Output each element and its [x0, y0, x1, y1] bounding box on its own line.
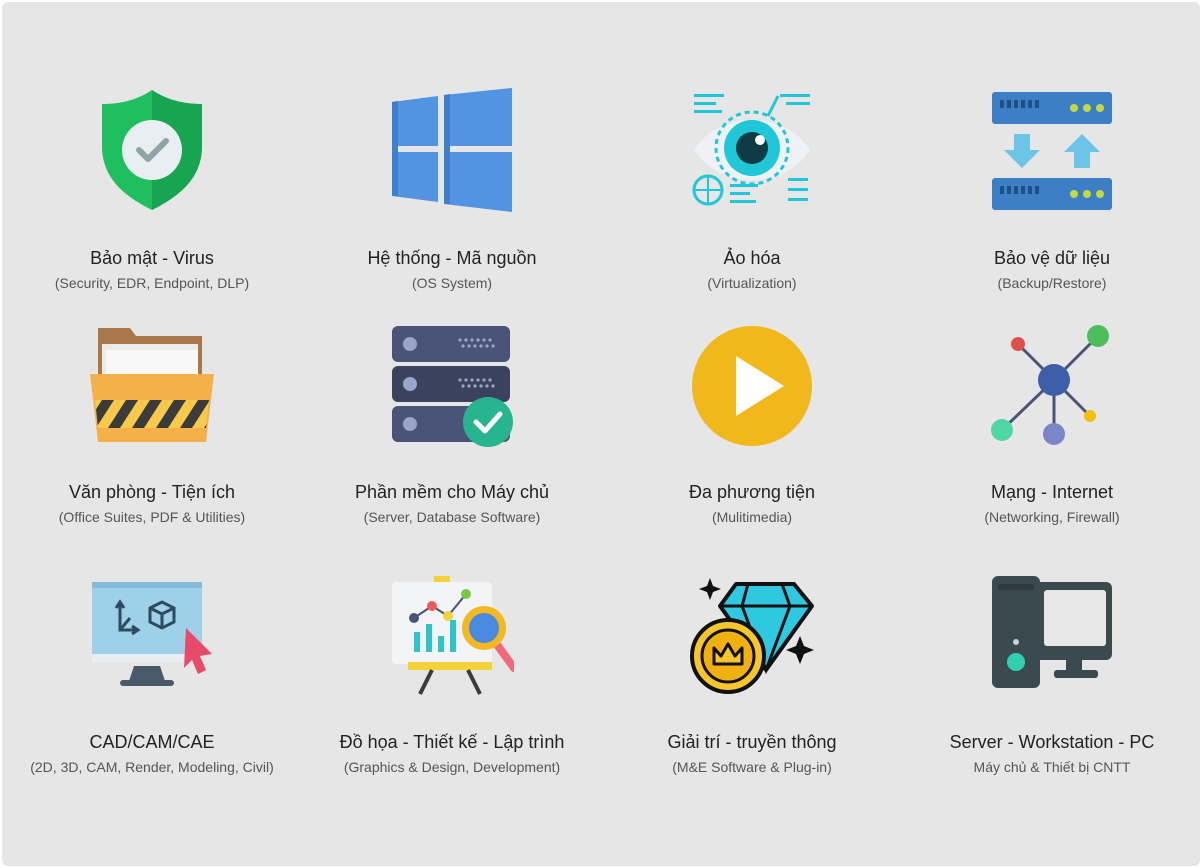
category-security[interactable]: Bảo mật - Virus (Security, EDR, Endpoint…	[2, 88, 302, 292]
category-title: Mạng - Internet	[990, 482, 1114, 502]
category-office[interactable]: Văn phòng - Tiện ích (Office Suites, PDF…	[2, 324, 302, 526]
shield-check-icon	[90, 88, 214, 212]
category-backup[interactable]: Bảo vệ dữ liệu (Backup/Restore)	[902, 88, 1202, 292]
category-os-system[interactable]: Hệ thống - Mã nguồn (OS System)	[302, 88, 602, 292]
category-panel: Bảo mật - Virus (Security, EDR, Endpoint…	[2, 2, 1200, 866]
category-title: Văn phòng - Tiện ích	[68, 482, 236, 502]
category-title: Đồ họa - Thiết kế - Lập trình	[339, 732, 565, 752]
category-title: Bảo mật - Virus	[90, 248, 214, 268]
category-server-software[interactable]: Phần mềm cho Máy chủ (Server, Database S…	[302, 324, 602, 526]
category-subtitle: (M&E Software & Plug-in)	[672, 759, 832, 775]
category-title: CAD/CAM/CAE	[89, 732, 215, 752]
category-title: Hệ thống - Mã nguồn	[367, 248, 537, 268]
cad-monitor-icon	[90, 574, 214, 698]
category-cad[interactable]: CAD/CAM/CAE (2D, 3D, CAM, Render, Modeli…	[2, 574, 302, 776]
eye-virtualization-icon	[690, 88, 814, 212]
category-entertainment[interactable]: Giải trí - truyền thông (M&E Software & …	[602, 574, 902, 776]
diamond-coin-icon	[690, 574, 814, 698]
category-virtualization[interactable]: Ảo hóa (Virtualization)	[602, 88, 902, 292]
server-check-icon	[390, 324, 514, 448]
desktop-pc-icon	[990, 574, 1114, 698]
category-subtitle: (OS System)	[411, 275, 493, 291]
category-subtitle: (Security, EDR, Endpoint, DLP)	[54, 275, 250, 291]
category-multimedia[interactable]: Đa phương tiện (Mulitimedia)	[602, 324, 902, 526]
category-hardware[interactable]: Server - Workstation - PC Máy chủ & Thiế…	[902, 574, 1202, 776]
category-title: Đa phương tiện	[689, 482, 815, 502]
category-subtitle: (Networking, Firewall)	[984, 509, 1120, 525]
category-graphics[interactable]: Đồ họa - Thiết kế - Lập trình (Graphics …	[302, 574, 602, 776]
category-subtitle: (Office Suites, PDF & Utilities)	[58, 509, 246, 525]
category-subtitle: (Graphics & Design, Development)	[343, 759, 561, 775]
category-subtitle: Máy chủ & Thiết bị CNTT	[973, 759, 1131, 775]
category-title: Server - Workstation - PC	[949, 732, 1155, 752]
folder-icon	[90, 324, 214, 448]
category-subtitle: (Mulitimedia)	[711, 509, 793, 525]
network-icon	[990, 324, 1114, 448]
category-networking[interactable]: Mạng - Internet (Networking, Firewall)	[902, 324, 1202, 526]
category-title: Ảo hóa	[723, 248, 781, 268]
category-subtitle: (Backup/Restore)	[997, 275, 1107, 291]
design-board-icon	[390, 574, 514, 698]
category-title: Phần mềm cho Máy chủ	[354, 482, 550, 502]
category-title: Bảo vệ dữ liệu	[993, 248, 1111, 268]
category-subtitle: (2D, 3D, CAM, Render, Modeling, Civil)	[30, 759, 274, 775]
category-title: Giải trí - truyền thông	[667, 732, 837, 752]
play-icon	[690, 324, 814, 448]
category-subtitle: (Virtualization)	[707, 275, 797, 291]
backup-restore-icon	[990, 88, 1114, 212]
category-subtitle: (Server, Database Software)	[363, 509, 541, 525]
windows-logo-icon	[390, 88, 514, 212]
